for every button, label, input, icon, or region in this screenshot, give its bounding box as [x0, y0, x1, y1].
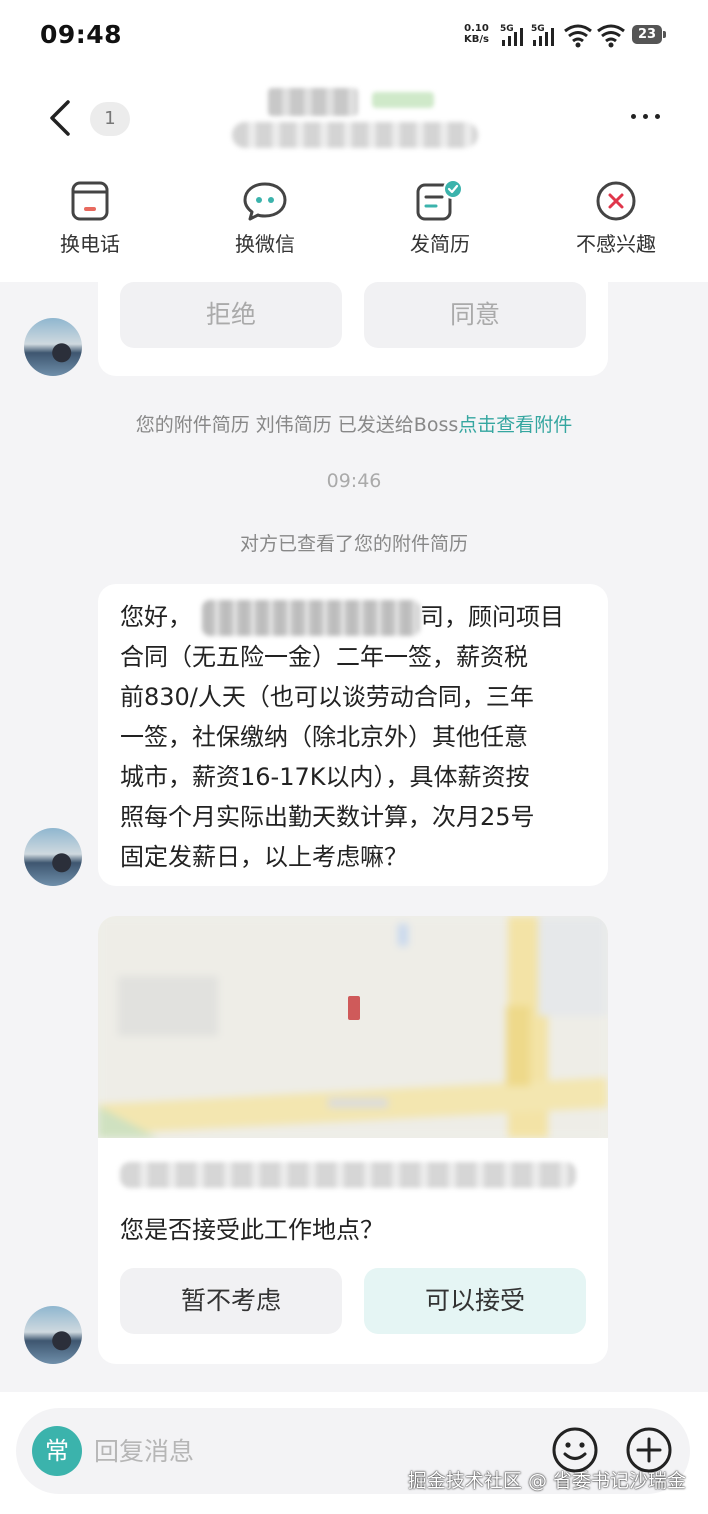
more-options-icon[interactable]: [628, 102, 664, 132]
battery-icon: 23: [632, 25, 662, 44]
message-line-2: 合同（无五险一金）二年一签，薪资税: [120, 643, 528, 671]
recruiter-avatar-3[interactable]: [24, 1306, 82, 1364]
exchange-wechat-label: 换微信: [235, 232, 295, 256]
contact-company-redacted: [232, 122, 478, 148]
exchange-phone-label: 换电话: [60, 232, 120, 256]
map-tiles-image: [98, 916, 608, 1138]
location-map[interactable]: [98, 916, 608, 1138]
message-line-3: 前830/人天（也可以谈劳动合同，三年: [120, 683, 534, 711]
signal-2-label: 5G: [531, 24, 545, 34]
recruiter-avatar[interactable]: [24, 318, 82, 376]
message-input-placeholder[interactable]: 回复消息: [94, 1432, 194, 1468]
resume-sent-text: 您的附件简历 刘伟简历 已发送给Boss: [135, 414, 459, 436]
location-question: 您是否接受此工作地点？: [120, 1216, 384, 1244]
unread-count-badge: 1: [90, 102, 130, 136]
recruiter-message-text: 您好， 司，顾问项目 合同（无五险一金）二年一签，薪资税 前830/人天（也可以谈…: [120, 597, 590, 877]
exchange-request-card: 拒绝 同意: [98, 262, 608, 376]
work-address-redacted: [120, 1162, 576, 1188]
watermark: 掘金技术社区 @ 省委书记沙瑞金: [407, 1470, 686, 1492]
not-interested-button[interactable]: 不感兴趣: [551, 180, 681, 270]
message-line-6: 照每个月实际出勤天数计算，次月25号: [120, 803, 535, 831]
message-line-5: 城市，薪资16-17K以内），具体薪资按: [120, 763, 530, 791]
resume-sent-icon: [416, 180, 463, 221]
agree-button[interactable]: 同意: [364, 282, 586, 348]
company-name-redacted: [202, 600, 420, 636]
send-resume-label: 发简历: [410, 232, 470, 256]
view-attachment-link[interactable]: 点击查看附件: [458, 414, 572, 436]
network-speed: 0.10 KB/s: [464, 23, 489, 45]
common-phrases-button[interactable]: 常: [32, 1426, 82, 1476]
cellular-signal-icon: 5G: [500, 24, 523, 46]
network-speed-unit: KB/s: [464, 34, 489, 45]
online-status-redacted: [372, 92, 434, 108]
contact-name-redacted: [268, 88, 358, 116]
quick-actions-bar: 换电话 换微信 发简历 不感兴趣: [0, 180, 708, 270]
wifi-2-icon: [597, 24, 625, 48]
message-input-bar: 常 回复消息: [0, 1392, 708, 1514]
phone-card-icon: [71, 181, 109, 221]
signal-1-label: 5G: [500, 24, 514, 34]
status-time: 09:48: [40, 20, 123, 49]
message-line-7: 固定发薪日，以上考虑嘛？: [120, 843, 408, 871]
status-bar: 09:48 0.10 KB/s 5G 5G 23: [0, 0, 708, 70]
recruiter-avatar-2[interactable]: [24, 828, 82, 886]
message-line-4: 一签，社保缴纳（除北京外）其他任意: [120, 723, 528, 751]
exchange-phone-button[interactable]: 换电话: [25, 180, 155, 270]
not-interested-icon: [596, 181, 636, 221]
accept-location-button[interactable]: 可以接受: [364, 1268, 586, 1334]
message-timestamp: 09:46: [326, 470, 382, 492]
resume-viewed-notice: 对方已查看了您的附件简历: [239, 533, 468, 555]
battery-cap: [663, 31, 666, 38]
decline-location-button[interactable]: 暂不考虑: [120, 1268, 342, 1334]
reject-button[interactable]: 拒绝: [120, 282, 342, 348]
not-interested-label: 不感兴趣: [576, 232, 656, 256]
location-pin-icon: [348, 996, 360, 1020]
message-line-1-start: 您好，: [120, 603, 192, 631]
resume-sent-notice: 您的附件简历 刘伟简历 已发送给Boss点击查看附件: [0, 410, 708, 437]
send-resume-button[interactable]: 发简历: [375, 180, 505, 270]
chat-header: 1 换电话 换微信 发简历 不感兴趣: [0, 70, 708, 282]
wifi-icon: [564, 24, 592, 48]
cellular-signal-2-icon: 5G: [531, 24, 554, 46]
message-line-1-end: 司，顾问项目: [420, 603, 564, 631]
network-speed-value: 0.10: [464, 23, 489, 34]
back-arrow-icon[interactable]: [42, 98, 82, 138]
exchange-wechat-button[interactable]: 换微信: [200, 180, 330, 270]
wechat-bubble-icon: [243, 182, 287, 221]
